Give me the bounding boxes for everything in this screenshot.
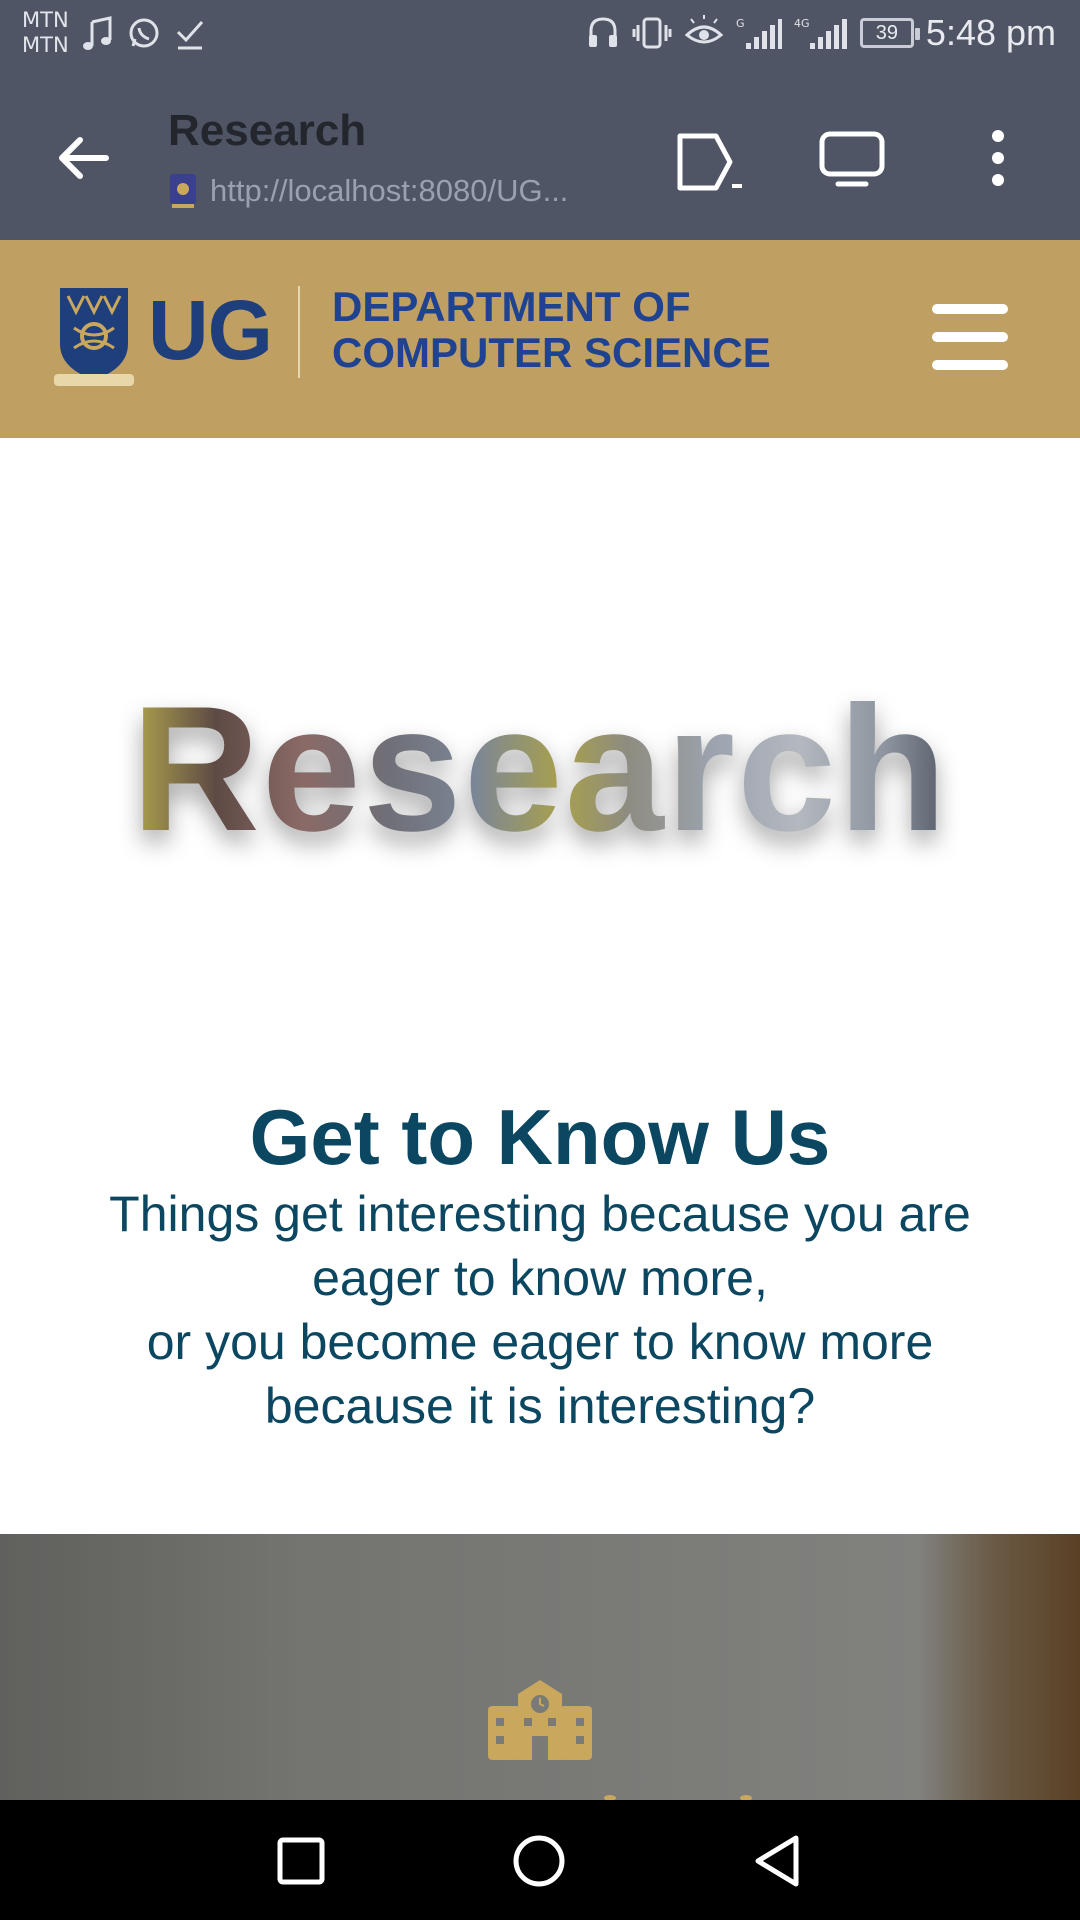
- hamburger-bar: [932, 332, 1008, 342]
- battery-level: 39: [875, 21, 899, 44]
- feature-text-fragment: [604, 1795, 752, 1800]
- intro-heading: Get to Know Us: [249, 1093, 831, 1181]
- status-notification-icons: [82, 16, 206, 52]
- intro-text-line: because it is interesting?: [264, 1378, 816, 1434]
- header-divider: [298, 286, 300, 378]
- hamburger-bar: [932, 304, 1008, 314]
- carrier-labels: MTN MTN: [22, 8, 69, 58]
- signal-4g-icon: 4G: [794, 17, 847, 49]
- intro-section: Get to Know Us Things get interesting be…: [0, 1078, 1080, 1534]
- eye-comfort-icon: [684, 15, 724, 44]
- department-line-2: COMPUTER SCIENCE: [332, 329, 771, 376]
- home-icon[interactable]: [508, 1830, 570, 1892]
- department-name[interactable]: DEPARTMENT OF COMPUTER SCIENCE: [332, 284, 771, 376]
- intro-text-line: Things get interesting because you are: [109, 1186, 971, 1242]
- site-header: UG DEPARTMENT OF COMPUTER SCIENCE: [0, 240, 1080, 438]
- site-favicon-icon: [170, 174, 196, 208]
- browser-toolbar: Research http://localhost:8080/UG...: [0, 76, 1080, 240]
- ug-crest-logo[interactable]: [54, 284, 134, 388]
- back-arrow-icon[interactable]: [52, 126, 116, 190]
- status-bar: MTN MTN G 4G 39 5:48 pm: [0, 0, 1080, 76]
- intro-text-line: or you become eager to know more: [146, 1314, 934, 1370]
- recent-apps-icon[interactable]: [270, 1830, 332, 1892]
- open-tab-icon[interactable]: [672, 124, 744, 196]
- svg-text:G: G: [736, 17, 745, 30]
- carrier-label-1: MTN: [22, 8, 69, 32]
- svg-text:4G: 4G: [794, 17, 810, 30]
- hamburger-menu-icon[interactable]: [932, 304, 1008, 370]
- vibrate-icon: [632, 17, 672, 49]
- status-system-icons: G 4G 39 5:48 pm: [586, 12, 1056, 54]
- battery-indicator: 39: [859, 18, 920, 48]
- back-icon[interactable]: [748, 1830, 810, 1892]
- hamburger-bar: [932, 360, 1008, 370]
- hero-section: Research: [0, 438, 1080, 1078]
- headset-icon: [588, 17, 617, 47]
- hero-title: Research: [0, 680, 1080, 858]
- cast-screen-icon[interactable]: [816, 124, 888, 196]
- music-note-icon: [83, 16, 112, 50]
- check-download-icon: [176, 21, 204, 50]
- overflow-menu-icon[interactable]: [962, 124, 1034, 196]
- status-time: 5:48 pm: [925, 12, 1056, 53]
- system-navigation-bar: [0, 1800, 1080, 1920]
- feature-section: [0, 1534, 1080, 1800]
- department-line-1: DEPARTMENT OF: [332, 283, 691, 330]
- url-bar[interactable]: http://localhost:8080/UG...: [168, 172, 568, 210]
- school-icon: [488, 1680, 592, 1760]
- url-text[interactable]: http://localhost:8080/UG...: [210, 173, 568, 209]
- carrier-label-2: MTN: [22, 33, 69, 57]
- ug-logo-text[interactable]: UG: [148, 282, 273, 379]
- intro-text-line: eager to know more,: [312, 1250, 768, 1306]
- whatsapp-icon: [129, 18, 159, 48]
- signal-icon: G: [736, 17, 782, 49]
- browser-page-title: Research: [168, 106, 367, 155]
